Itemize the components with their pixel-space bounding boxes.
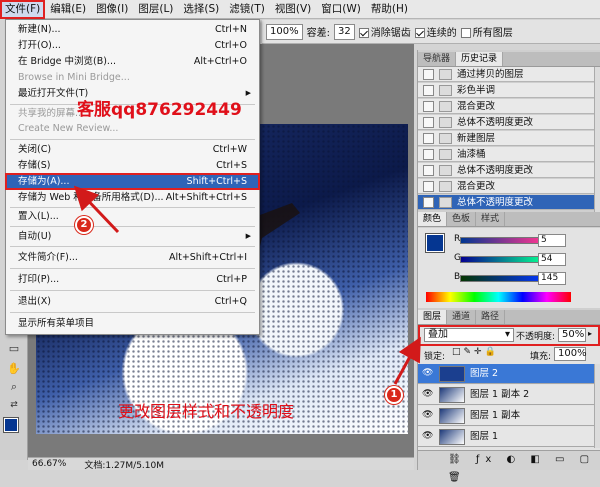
annotation-arrows-icon	[73, 185, 421, 385]
